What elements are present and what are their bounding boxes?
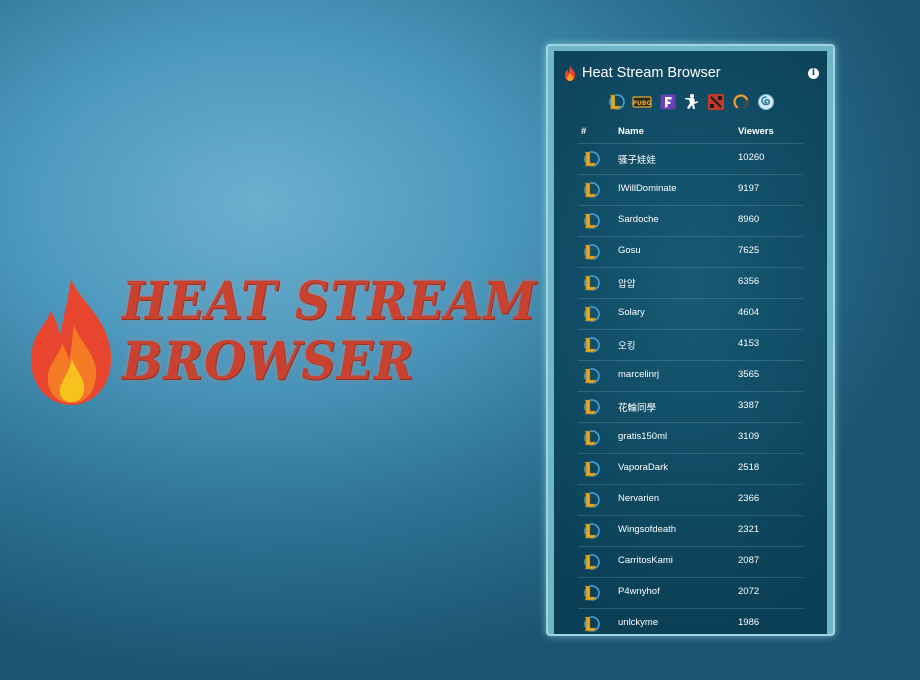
league-of-legends-icon [584,616,600,632]
stream-row[interactable]: CarritosKami 2087 [578,546,803,577]
extension-popup: Heat Stream Browser i PUBG # Name Viewer… [546,44,835,636]
league-of-legends-icon [584,492,600,508]
stream-name[interactable]: Gosu [618,245,641,256]
stream-viewers: 6356 [738,276,760,287]
league-of-legends-icon [584,244,600,260]
stream-name[interactable]: Wingsofdeath [618,524,676,535]
stream-name[interactable]: 압얍 [618,276,635,290]
stream-list: 骚子娃娃 10260 IWillDominate 9197 Sardoche 8960 Go… [578,143,803,634]
fortnite-icon[interactable] [659,93,677,111]
league-of-legends-icon [584,430,600,446]
stream-viewers: 2366 [738,493,760,504]
stream-viewers: 4604 [738,307,760,318]
stream-viewers: 4153 [738,338,760,349]
hearthstone-icon[interactable] [757,93,775,111]
stream-viewers: 2087 [738,555,760,566]
stream-viewers: 2072 [738,586,760,597]
flame-icon [565,66,575,81]
stream-name[interactable]: Sardoche [618,214,659,225]
stream-name[interactable]: 花輪同學 [618,400,656,414]
stream-row[interactable]: Solary 4604 [578,298,803,329]
league-of-legends-icon [584,523,600,539]
column-viewers[interactable]: Viewers [738,126,774,137]
stream-viewers: 3565 [738,369,760,380]
stream-row[interactable]: Nervarien 2366 [578,484,803,515]
column-rank: # [581,126,587,137]
stream-row[interactable]: unlckyme 1986 [578,608,803,634]
pubg-icon[interactable]: PUBG [632,93,652,111]
stream-row[interactable]: Gosu 7625 [578,236,803,267]
stream-name[interactable]: VaporaDark [618,462,668,473]
league-of-legends-icon[interactable] [607,93,625,111]
league-of-legends-icon [584,213,600,229]
stream-row[interactable]: marcelinrj 3565 [578,360,803,391]
stream-row[interactable]: 花輪同學 3387 [578,391,803,422]
stream-name[interactable]: Solary [618,307,645,318]
stream-row[interactable]: VaporaDark 2518 [578,453,803,484]
info-icon[interactable]: i [808,68,819,79]
stream-name[interactable]: gratis150ml [618,431,667,442]
stream-viewers: 9197 [738,183,760,194]
stream-row[interactable]: 骚子娃娃 10260 [578,143,803,174]
overwatch-icon[interactable] [732,93,750,111]
stream-row[interactable]: gratis150ml 3109 [578,422,803,453]
stream-name[interactable]: 오킹 [618,338,635,352]
stream-viewers: 10260 [738,152,765,163]
counter-strike-icon[interactable] [683,93,701,111]
stream-name[interactable]: IWillDominate [618,183,677,194]
stream-viewers: 7625 [738,245,760,256]
stream-name[interactable]: unlckyme [618,617,658,628]
flame-logo-icon [30,279,112,405]
league-of-legends-icon [584,399,600,415]
stream-viewers: 2518 [738,462,760,473]
hero-title-line1: HEAT STREAM [122,271,537,332]
stream-row[interactable]: Wingsofdeath 2321 [578,515,803,546]
league-of-legends-icon [584,337,600,353]
stream-name[interactable]: CarritosKami [618,555,673,566]
league-of-legends-icon [584,585,600,601]
popup-header: Heat Stream Browser i [564,64,819,84]
table-header: # Name Viewers [578,123,803,143]
stream-name[interactable]: marcelinrj [618,369,659,380]
stream-viewers: 8960 [738,214,760,225]
stream-row[interactable]: 압얍 6356 [578,267,803,298]
stream-name[interactable]: 骚子娃娃 [618,152,656,166]
popup-panel: Heat Stream Browser i PUBG # Name Viewer… [554,51,827,634]
stream-row[interactable]: IWillDominate 9197 [578,174,803,205]
league-of-legends-icon [584,461,600,477]
stream-row[interactable]: 오킹 4153 [578,329,803,360]
popup-title: Heat Stream Browser [582,65,721,81]
dota2-icon[interactable] [707,93,725,111]
stream-name[interactable]: Nervarien [618,493,659,504]
stream-row[interactable]: P4wnyhof 2072 [578,577,803,608]
svg-text:PUBG: PUBG [633,100,652,107]
stream-viewers: 1986 [738,617,760,628]
league-of-legends-icon [584,368,600,384]
league-of-legends-icon [584,151,600,167]
column-name[interactable]: Name [618,126,644,137]
league-of-legends-icon [584,554,600,570]
hero-title: HEAT STREAM BROWSER [122,271,537,392]
league-of-legends-icon [584,306,600,322]
stream-name[interactable]: P4wnyhof [618,586,660,597]
stream-viewers: 2321 [738,524,760,535]
stream-row[interactable]: Sardoche 8960 [578,205,803,236]
stream-viewers: 3109 [738,431,760,442]
league-of-legends-icon [584,275,600,291]
stream-viewers: 3387 [738,400,760,411]
league-of-legends-icon [584,182,600,198]
hero-title-line2: BROWSER [122,331,415,392]
